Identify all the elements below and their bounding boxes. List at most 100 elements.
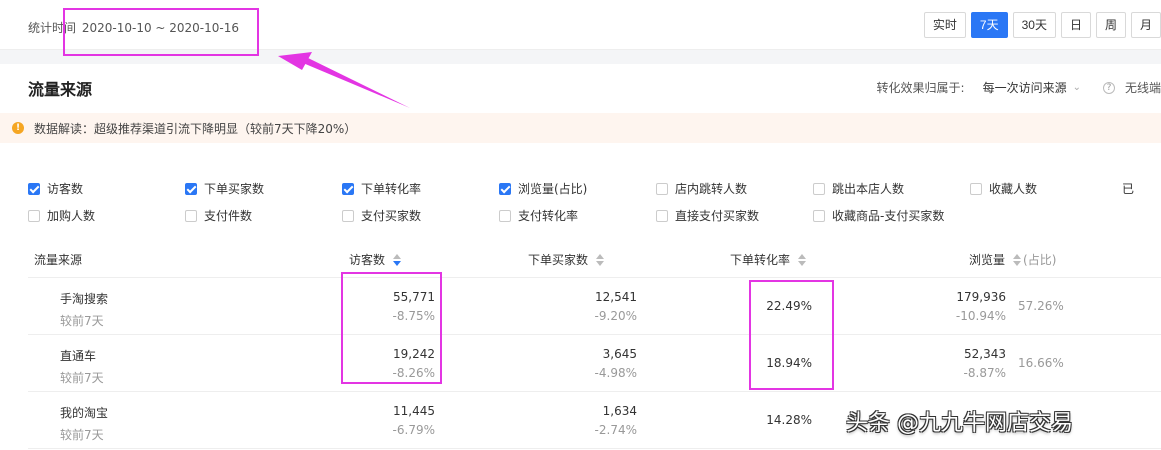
highlight-box-period bbox=[63, 8, 259, 56]
highlight-box-conversion bbox=[749, 280, 834, 390]
metric-label: 支付件数 bbox=[204, 209, 253, 223]
checkbox[interactable] bbox=[970, 182, 982, 195]
col-label: 流量来源 bbox=[34, 253, 83, 267]
chevron-down-icon[interactable]: ⌄ bbox=[1073, 82, 1081, 93]
question-icon[interactable]: ? bbox=[1102, 81, 1115, 94]
sort-icon[interactable] bbox=[1013, 253, 1022, 266]
range-realtime-button[interactable]: 实时 bbox=[923, 12, 966, 38]
col-visitors[interactable]: 访客数 bbox=[349, 251, 402, 268]
section-title: 流量来源 bbox=[28, 80, 93, 99]
metric-option[interactable]: 访客数 bbox=[28, 180, 83, 197]
compare-label: 较前7天 bbox=[60, 371, 104, 385]
metric-label: 跳出本店人数 bbox=[832, 182, 905, 196]
table-row: 手淘搜索 较前7天 55,771 -8.75% 12,541 -9.20% 22… bbox=[28, 278, 1161, 335]
metric-option[interactable]: 支付买家数 bbox=[342, 207, 421, 224]
conversion-cell: 14.28% bbox=[766, 413, 812, 427]
col-share-label: (占比) bbox=[1023, 253, 1057, 267]
range-30d-button[interactable]: 30天 bbox=[1012, 12, 1056, 38]
device-label[interactable]: 无线端 bbox=[1125, 79, 1161, 96]
buyers-delta: -4.98% bbox=[594, 366, 637, 380]
metric-option[interactable]: 跳出本店人数 bbox=[813, 180, 904, 197]
col-label: 下单转化率 bbox=[730, 253, 791, 267]
buyers-cell: 3,645 -4.98% bbox=[595, 347, 637, 380]
col-label: 下单买家数 bbox=[528, 253, 589, 267]
source-name[interactable]: 手淘搜索 bbox=[60, 290, 108, 307]
attribution-select[interactable]: 每一次访问来源 bbox=[983, 79, 1067, 96]
col-conversion[interactable]: 下单转化率 bbox=[730, 251, 807, 268]
attribution-label: 转化效果归属于: bbox=[876, 81, 965, 95]
checkbox[interactable] bbox=[813, 209, 825, 222]
metric-label: 下单转化率 bbox=[361, 182, 422, 196]
table-row: 直通车 较前7天 19,242 -8.26% 3,645 -4.98% 18.9… bbox=[28, 335, 1161, 392]
checkbox[interactable] bbox=[185, 209, 197, 222]
range-month-button[interactable]: 月 bbox=[1130, 12, 1161, 38]
checkbox[interactable] bbox=[342, 209, 354, 222]
checkbox[interactable] bbox=[656, 182, 668, 195]
checkbox[interactable] bbox=[28, 182, 40, 195]
source-cell: 我的淘宝 较前7天 bbox=[60, 404, 108, 443]
visitors-delta: -6.79% bbox=[392, 423, 435, 437]
metric-label: 直接支付买家数 bbox=[675, 209, 760, 223]
checkbox[interactable] bbox=[28, 209, 40, 222]
watermark: 头条 @九九牛网店交易 bbox=[846, 411, 1073, 436]
warning-icon: ! bbox=[12, 122, 24, 134]
checkbox[interactable] bbox=[185, 182, 197, 195]
source-name[interactable]: 我的淘宝 bbox=[60, 404, 108, 421]
sort-icon[interactable] bbox=[393, 253, 402, 266]
col-label: 浏览量 bbox=[969, 253, 1006, 267]
buyers-delta: -9.20% bbox=[594, 309, 637, 323]
pageviews-share: 16.66% bbox=[1018, 356, 1064, 370]
checkbox[interactable] bbox=[813, 182, 825, 195]
pageviews-value: 52,343 bbox=[964, 347, 1006, 361]
buyers-cell: 1,634 -2.74% bbox=[595, 404, 637, 437]
metric-option[interactable]: 支付件数 bbox=[185, 207, 252, 224]
compare-label: 较前7天 bbox=[60, 314, 104, 328]
metric-option[interactable]: 支付转化率 bbox=[499, 207, 578, 224]
source-name[interactable]: 直通车 bbox=[60, 347, 104, 364]
range-day-button[interactable]: 日 bbox=[1060, 12, 1091, 38]
pageviews-share: 57.26% bbox=[1018, 299, 1064, 313]
col-buyers[interactable]: 下单买家数 bbox=[528, 251, 605, 268]
metric-option[interactable]: 店内跳转人数 bbox=[656, 180, 747, 197]
metric-option[interactable]: 收藏商品-支付买家数 bbox=[813, 207, 944, 224]
range-7d-button[interactable]: 7天 bbox=[970, 12, 1008, 38]
pageviews-cell: 179,936 -10.94% bbox=[956, 290, 1006, 323]
range-week-button[interactable]: 周 bbox=[1095, 12, 1126, 38]
metric-option[interactable]: 浏览量(占比) bbox=[499, 180, 587, 197]
compare-label: 较前7天 bbox=[60, 428, 104, 442]
checkbox[interactable] bbox=[499, 182, 511, 195]
data-insight-notice: ! 数据解读：超级推荐渠道引流下降明显（较前7天下降20%） bbox=[0, 113, 1161, 143]
checkbox[interactable] bbox=[656, 209, 668, 222]
table-header: 流量来源 访客数 下单买家数 下单转化率 浏览量 (占比) bbox=[28, 240, 1161, 278]
metric-label: 浏览量(占比) bbox=[518, 182, 588, 196]
pageviews-value: 179,936 bbox=[956, 290, 1006, 304]
buyers-value: 12,541 bbox=[595, 290, 637, 304]
metric-label: 收藏商品-支付买家数 bbox=[832, 209, 945, 223]
visitors-value: 11,445 bbox=[393, 404, 435, 418]
metric-label: 支付转化率 bbox=[518, 209, 579, 223]
pageviews-delta: -10.94% bbox=[955, 309, 1006, 323]
metric-label: 已 bbox=[1122, 182, 1135, 196]
checkbox[interactable] bbox=[499, 209, 511, 222]
col-label: 访客数 bbox=[349, 253, 386, 267]
sort-icon[interactable] bbox=[798, 253, 807, 266]
col-source: 流量来源 bbox=[34, 251, 82, 268]
metric-option[interactable]: 下单转化率 bbox=[342, 180, 421, 197]
metric-label: 访客数 bbox=[47, 182, 84, 196]
metric-option[interactable]: 加购人数 bbox=[28, 207, 95, 224]
notice-text: 数据解读：超级推荐渠道引流下降明显（较前7天下降20%） bbox=[34, 121, 357, 136]
metric-option[interactable]: 直接支付买家数 bbox=[656, 207, 759, 224]
metric-option[interactable]: 已 bbox=[1122, 180, 1134, 197]
highlight-box-visitors bbox=[341, 272, 442, 384]
checkbox[interactable] bbox=[342, 182, 354, 195]
sort-icon[interactable] bbox=[596, 253, 605, 266]
buyers-cell: 12,541 -9.20% bbox=[595, 290, 637, 323]
metric-option[interactable]: 下单买家数 bbox=[185, 180, 264, 197]
range-selector: 实时 7天 30天 日 周 月 bbox=[919, 12, 1161, 38]
metric-label: 下单买家数 bbox=[204, 182, 265, 196]
metric-option[interactable]: 收藏人数 bbox=[970, 180, 1037, 197]
col-pageviews[interactable]: 浏览量 (占比) bbox=[969, 251, 1056, 268]
metric-label: 加购人数 bbox=[47, 209, 96, 223]
source-cell: 手淘搜索 较前7天 bbox=[60, 290, 108, 329]
source-cell: 直通车 较前7天 bbox=[60, 347, 104, 386]
